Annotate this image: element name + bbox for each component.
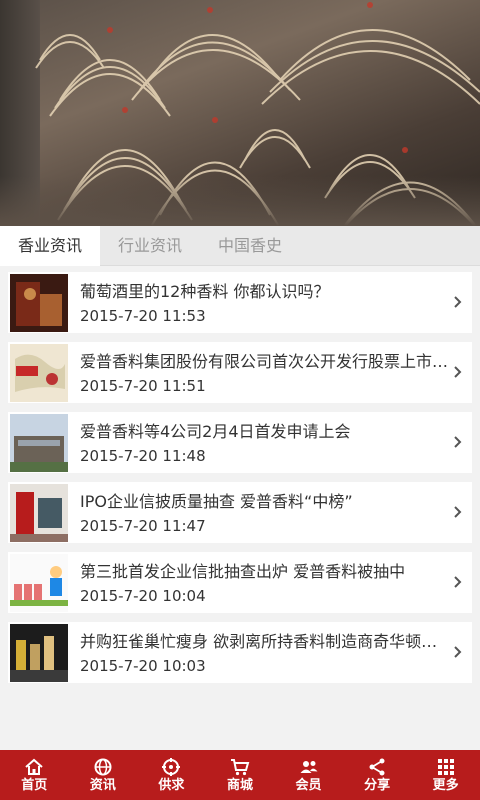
chevron-right-icon bbox=[454, 436, 462, 448]
share-icon bbox=[369, 758, 385, 776]
news-thumbnail bbox=[10, 624, 68, 682]
nav-mall-label: 商城 bbox=[226, 778, 253, 793]
nav-home[interactable]: 首页 bbox=[0, 750, 69, 800]
nav-members-label: 会员 bbox=[295, 778, 322, 793]
target-icon bbox=[162, 758, 181, 776]
news-date: 2015-7-20 11:48 bbox=[80, 447, 206, 465]
news-title: 爱普香料等4公司2月4日首发申请上会 bbox=[80, 422, 351, 441]
news-title: IPO企业信披质量抽查 爱普香料“中榜” bbox=[80, 492, 353, 511]
cart-icon bbox=[230, 759, 250, 776]
tab-trade-news[interactable]: 行业资讯 bbox=[100, 226, 200, 266]
list-item[interactable]: 葡萄酒里的12种香料 你都认识吗？ 2015-7-20 11:53 bbox=[8, 272, 472, 333]
list-item[interactable]: IPO企业信披质量抽查 爱普香料“中榜” 2015-7-20 11:47 bbox=[8, 482, 472, 543]
news-thumbnail bbox=[10, 274, 68, 332]
globe-icon bbox=[94, 758, 112, 776]
home-icon bbox=[25, 758, 43, 775]
bottom-nav: 首页 资讯 供求 商城 会员 分享 更多 bbox=[0, 750, 480, 800]
news-date: 2015-7-20 11:53 bbox=[80, 307, 206, 325]
list-item[interactable]: 第三批首发企业信批抽查出炉 爱普香料被抽中 2015-7-20 10:04 bbox=[8, 552, 472, 613]
chevron-right-icon bbox=[454, 366, 462, 378]
nav-more-label: 更多 bbox=[432, 778, 459, 793]
hero-banner bbox=[0, 0, 480, 226]
nav-news[interactable]: 资讯 bbox=[69, 750, 138, 800]
nav-supply[interactable]: 供求 bbox=[137, 750, 206, 800]
news-title: 葡萄酒里的12种香料 你都认识吗？ bbox=[80, 282, 330, 301]
news-date: 2015-7-20 10:03 bbox=[80, 657, 206, 675]
nav-mall[interactable]: 商城 bbox=[206, 750, 275, 800]
news-date: 2015-7-20 10:04 bbox=[80, 587, 206, 605]
tab-incense-history[interactable]: 中国香史 bbox=[200, 226, 300, 266]
nav-share[interactable]: 分享 bbox=[343, 750, 412, 800]
news-thumbnail bbox=[10, 484, 68, 542]
news-title: 并购狂雀巢忙瘦身 欲剥离所持香料制造商奇华顿股份 bbox=[80, 632, 452, 651]
users-icon bbox=[300, 761, 318, 773]
chevron-right-icon bbox=[454, 576, 462, 588]
chevron-right-icon bbox=[454, 296, 462, 308]
nav-share-label: 分享 bbox=[364, 778, 391, 793]
tab-industry-news[interactable]: 香业资讯 bbox=[0, 226, 100, 266]
news-thumbnail bbox=[10, 554, 68, 612]
list-item[interactable]: 爱普香料等4公司2月4日首发申请上会 2015-7-20 11:48 bbox=[8, 412, 472, 473]
nav-news-label: 资讯 bbox=[89, 778, 116, 793]
list-item[interactable]: 爱普香料集团股份有限公司首次公开发行股票上市… 2015-7-20 11:51 bbox=[8, 342, 472, 403]
news-date: 2015-7-20 11:47 bbox=[80, 517, 206, 535]
nav-more[interactable]: 更多 bbox=[411, 750, 480, 800]
tab-bar: 香业资讯 行业资讯 中国香史 bbox=[0, 226, 480, 266]
news-thumbnail bbox=[10, 344, 68, 402]
grid-icon bbox=[437, 759, 454, 775]
hero-ground bbox=[0, 176, 480, 226]
nav-members[interactable]: 会员 bbox=[274, 750, 343, 800]
list-item[interactable]: 并购狂雀巢忙瘦身 欲剥离所持香料制造商奇华顿股份 2015-7-20 10:03 bbox=[8, 622, 472, 683]
chevron-right-icon bbox=[454, 646, 462, 658]
nav-supply-label: 供求 bbox=[158, 778, 185, 793]
news-thumbnail bbox=[10, 414, 68, 472]
news-title: 爱普香料集团股份有限公司首次公开发行股票上市… bbox=[80, 352, 449, 371]
nav-home-label: 首页 bbox=[21, 778, 48, 793]
news-list: 葡萄酒里的12种香料 你都认识吗？ 2015-7-20 11:53 爱普香料集团… bbox=[8, 272, 472, 692]
news-date: 2015-7-20 11:51 bbox=[80, 377, 206, 395]
chevron-right-icon bbox=[454, 506, 462, 518]
news-title: 第三批首发企业信批抽查出炉 爱普香料被抽中 bbox=[80, 562, 406, 581]
